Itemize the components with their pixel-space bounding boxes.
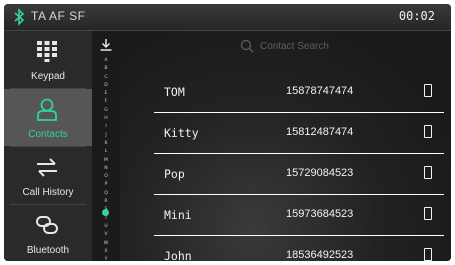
alphabet-letter[interactable]: V	[93, 231, 119, 239]
alphabet-letter[interactable]: N	[93, 165, 119, 173]
status-bar: TA AF SF 00:02	[4, 4, 451, 31]
contact-row[interactable]: TOM 15878747474	[154, 72, 444, 113]
contact-name: TOM	[164, 85, 185, 99]
contact-number: 18536492523	[286, 249, 354, 261]
keypad-icon	[37, 41, 57, 62]
alphabet-letter[interactable]: P	[93, 181, 119, 189]
alphabet-letter[interactable]: J	[93, 132, 119, 140]
alphabet-letter[interactable]: I	[93, 123, 119, 131]
alphabet-letter[interactable]: F	[93, 98, 119, 106]
contact-row[interactable]: John 18536492523	[154, 236, 444, 261]
alphabet-letter[interactable]: B	[93, 65, 119, 73]
alphabet-letter[interactable]: O	[93, 173, 119, 181]
alphabet-letter[interactable]: W	[93, 240, 119, 248]
sidebar-item-contacts[interactable]: Contacts	[4, 89, 92, 146]
call-phone-icon[interactable]	[424, 166, 432, 179]
alphabet-letter[interactable]: G	[93, 107, 119, 115]
contact-name: John	[164, 249, 192, 261]
contact-person-icon	[37, 98, 57, 121]
sidebar-item-keypad[interactable]: Keypad	[4, 31, 92, 88]
phone-screen: TA AF SF 00:02 Keypad Contacts Call Hist…	[4, 4, 451, 261]
sidebar: Keypad Contacts Call History Bluetooth	[4, 31, 92, 261]
alphabet-letter[interactable]: E	[93, 90, 119, 98]
alphabet-letter[interactable]: A	[93, 57, 119, 65]
contact-name: Pop	[164, 167, 185, 181]
call-history-icon	[37, 158, 57, 177]
alphabet-letter[interactable]: L	[93, 148, 119, 156]
scroll-to-top-icon[interactable]	[100, 39, 112, 51]
bluetooth-icon	[14, 8, 25, 26]
contact-row[interactable]: Kitty 15812487474	[154, 113, 444, 154]
status-text: TA AF SF	[31, 9, 86, 23]
alphabet-letter[interactable]: K	[93, 140, 119, 148]
sidebar-item-label: Contacts	[28, 129, 68, 140]
sidebar-item-call-history[interactable]: Call History	[4, 147, 92, 204]
call-phone-icon[interactable]	[424, 84, 432, 97]
alphabet-position-marker	[102, 209, 109, 216]
sidebar-item-bluetooth[interactable]: Bluetooth	[4, 205, 92, 261]
call-phone-icon[interactable]	[424, 125, 432, 138]
search-field[interactable]: Contact Search	[240, 39, 329, 53]
clock: 00:02	[398, 9, 435, 23]
alphabet-letter[interactable]: R	[93, 198, 119, 206]
call-phone-icon[interactable]	[424, 207, 432, 220]
contact-name: Mini	[164, 208, 192, 222]
sidebar-item-label: Keypad	[31, 71, 65, 82]
contact-list-panel: Contact Search TOM 15878747474 Kitty 158…	[120, 31, 451, 261]
alphabet-letter[interactable]: Q	[93, 190, 119, 198]
contact-row[interactable]: Pop 15729084523	[154, 154, 444, 195]
alphabet-letters[interactable]: ABCDEFGHIJKLMNOPQRSTUVWXYZ	[93, 57, 119, 261]
contact-number: 15973684523	[286, 208, 354, 220]
contact-number: 15812487474	[286, 126, 354, 138]
sidebar-item-label: Bluetooth	[26, 245, 70, 256]
bluetooth-link-icon	[36, 216, 58, 234]
search-placeholder: Contact Search	[260, 41, 329, 52]
contact-number: 15878747474	[286, 85, 354, 97]
contact-name: Kitty	[164, 126, 199, 140]
alphabet-letter[interactable]: D	[93, 82, 119, 90]
alphabet-letter[interactable]: U	[93, 223, 119, 231]
search-icon	[240, 39, 254, 53]
contact-row[interactable]: Mini 15973684523	[154, 195, 444, 236]
sidebar-item-label: Call History	[22, 187, 74, 198]
alphabet-letter[interactable]: Y	[93, 256, 119, 261]
call-phone-icon[interactable]	[424, 248, 432, 261]
alphabet-index[interactable]: ABCDEFGHIJKLMNOPQRSTUVWXYZ	[93, 31, 119, 261]
alphabet-letter[interactable]: X	[93, 248, 119, 256]
alphabet-letter[interactable]: C	[93, 74, 119, 82]
contact-number: 15729084523	[286, 167, 354, 179]
alphabet-letter[interactable]: M	[93, 157, 119, 165]
alphabet-letter[interactable]: H	[93, 115, 119, 123]
